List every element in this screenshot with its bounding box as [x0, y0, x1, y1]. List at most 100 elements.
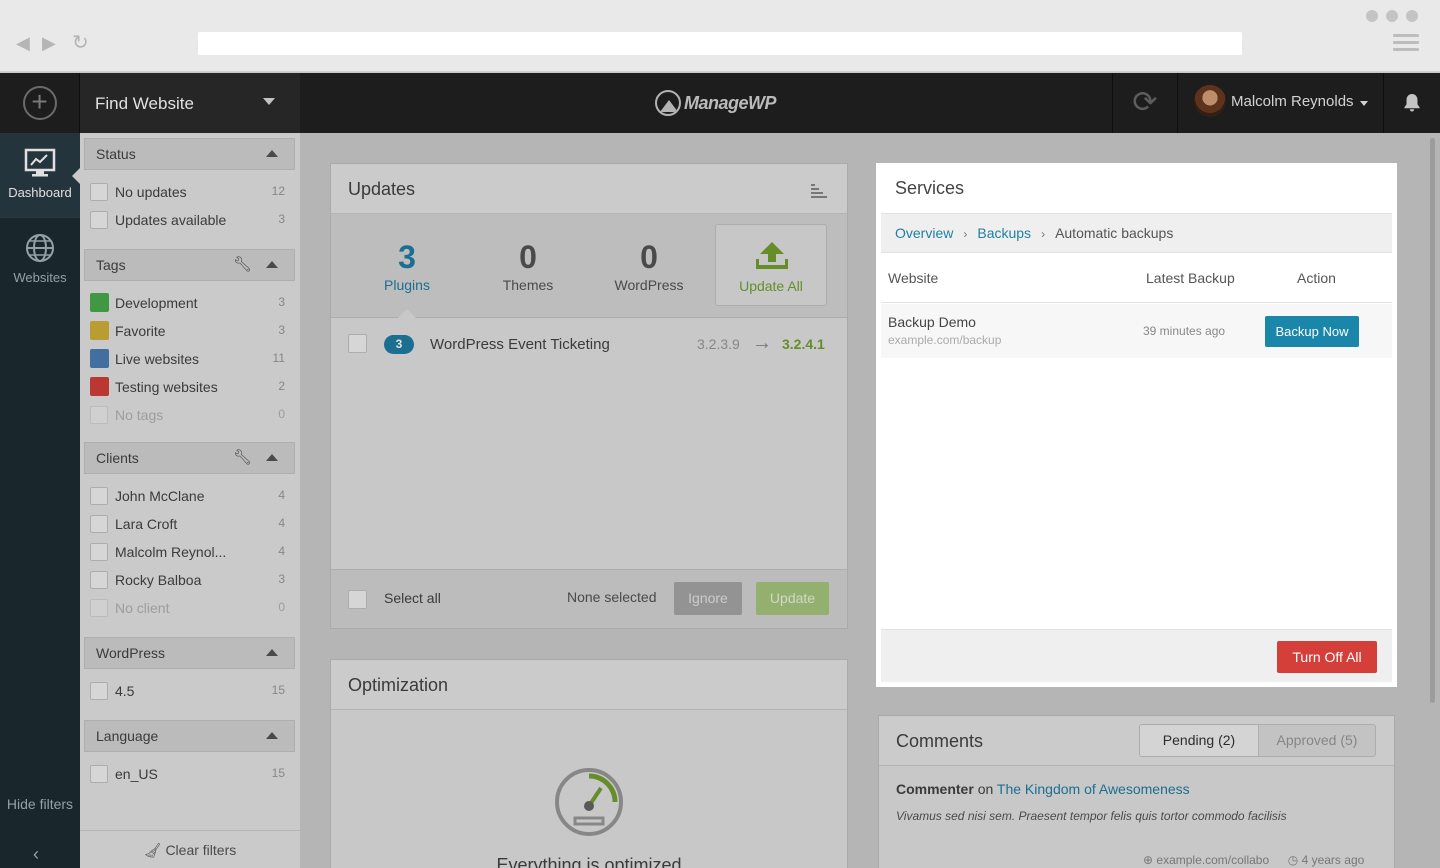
- reload-icon[interactable]: ↻: [72, 32, 89, 54]
- filter-count: 3: [278, 212, 285, 226]
- filter-checkbox[interactable]: [90, 211, 108, 229]
- services-panel: Services Overview › Backups › Automatic back…: [876, 163, 1397, 687]
- turn-off-all-button[interactable]: Turn Off All: [1277, 641, 1377, 673]
- filter-language-header[interactable]: Language: [84, 720, 295, 752]
- sync-button[interactable]: ⟳: [1112, 73, 1178, 133]
- filter-checkbox[interactable]: [90, 571, 108, 589]
- clear-filters-button[interactable]: 🧹︎ Clear filters: [80, 830, 300, 868]
- breadcrumb-overview[interactable]: Overview: [895, 225, 953, 241]
- collapse-up-icon[interactable]: [266, 732, 278, 739]
- comment-site[interactable]: example.com/collabo: [1156, 853, 1278, 867]
- filter-item[interactable]: John McClane 4: [90, 485, 285, 507]
- back-arrow-icon[interactable]: ◀: [16, 32, 30, 54]
- filter-checkbox[interactable]: [90, 765, 108, 783]
- filter-count: 0: [278, 407, 285, 421]
- filter-checkbox[interactable]: [90, 487, 108, 505]
- tab-pending[interactable]: Pending (2): [1139, 724, 1259, 757]
- filter-wordpress-header[interactable]: WordPress: [84, 637, 295, 669]
- find-website-dropdown[interactable]: Find Website: [80, 73, 300, 133]
- chevron-left-icon[interactable]: ‹: [33, 844, 39, 865]
- filter-item[interactable]: Development 3: [90, 292, 285, 314]
- filter-item[interactable]: Favorite 3: [90, 320, 285, 342]
- select-all-label[interactable]: Select all: [384, 590, 441, 606]
- filter-item[interactable]: en_US 15: [90, 763, 285, 785]
- filter-title: Clients: [96, 450, 139, 466]
- filter-count: 2: [278, 379, 285, 393]
- filter-item[interactable]: Testing websites 2: [90, 376, 285, 398]
- browser-menu-icon[interactable]: [1393, 34, 1419, 52]
- row-checkbox[interactable]: [348, 334, 367, 353]
- filter-status-header[interactable]: Status: [84, 138, 295, 170]
- nav-dashboard[interactable]: Dashboard: [0, 133, 80, 217]
- nav-label: Websites: [13, 270, 67, 285]
- add-website-button[interactable]: +: [0, 73, 80, 133]
- wrench-icon[interactable]: 🔧︎: [233, 448, 252, 466]
- plugin-name[interactable]: WordPress Event Ticketing: [430, 336, 610, 353]
- filter-label: Updates available: [115, 212, 227, 228]
- tab-label: Plugins: [384, 277, 430, 293]
- tab-themes[interactable]: 0 Themes: [473, 224, 583, 306]
- wrench-icon[interactable]: 🔧︎: [233, 255, 252, 273]
- filter-item[interactable]: No tags 0: [90, 404, 285, 426]
- website-name[interactable]: Backup Demo: [888, 314, 976, 330]
- sort-icon[interactable]: [811, 184, 827, 198]
- collapse-up-icon[interactable]: [266, 261, 278, 268]
- filter-item[interactable]: Updates available 3: [90, 209, 285, 231]
- address-bar[interactable]: [198, 32, 1242, 55]
- filter-item[interactable]: Rocky Balboa 3: [90, 569, 285, 591]
- backup-now-button[interactable]: Backup Now: [1265, 316, 1359, 347]
- main-scrollbar[interactable]: [1430, 138, 1435, 703]
- services-footer: Turn Off All: [881, 629, 1392, 682]
- filter-checkbox[interactable]: [90, 543, 108, 561]
- tab-pointer: [398, 309, 416, 318]
- comment-post-link[interactable]: The Kingdom of Awesomeness: [997, 781, 1190, 797]
- tab-plugins[interactable]: 3 Plugins: [352, 224, 462, 306]
- filter-item[interactable]: 4.5 15: [90, 680, 285, 702]
- collapse-up-icon[interactable]: [266, 454, 278, 461]
- filter-checkbox[interactable]: [90, 599, 108, 617]
- filter-item[interactable]: No updates 12: [90, 181, 285, 203]
- comment-author: Commenter: [896, 781, 974, 797]
- update-all-button[interactable]: Update All: [715, 224, 827, 306]
- notifications-button[interactable]: [1384, 73, 1440, 133]
- version-to: 3.2.4.1: [782, 336, 825, 352]
- user-menu[interactable]: Malcolm Reynolds: [1178, 73, 1384, 133]
- filter-item[interactable]: Malcolm Reynol... 4: [90, 541, 285, 563]
- tag-color-swatch[interactable]: [90, 293, 109, 312]
- plus-icon: +: [22, 86, 57, 120]
- filter-item[interactable]: Lara Croft 4: [90, 513, 285, 535]
- forward-arrow-icon[interactable]: ▶: [42, 32, 56, 54]
- select-all-checkbox[interactable]: [348, 590, 367, 609]
- collapse-up-icon[interactable]: [266, 649, 278, 656]
- update-row[interactable]: 3 WordPress Event Ticketing 3.2.3.9 → 3.…: [331, 319, 847, 371]
- tab-approved[interactable]: Approved (5): [1258, 724, 1376, 757]
- collapse-up-icon[interactable]: [266, 150, 278, 157]
- filter-checkbox[interactable]: [90, 406, 108, 424]
- hide-filters-button[interactable]: Hide filters: [0, 795, 80, 814]
- tag-color-swatch[interactable]: [90, 349, 109, 368]
- filter-count: 11: [272, 351, 285, 365]
- tag-color-swatch[interactable]: [90, 377, 109, 396]
- filter-count: 0: [278, 600, 285, 614]
- chevron-right-icon: ›: [1041, 227, 1046, 241]
- filter-item[interactable]: No client 0: [90, 597, 285, 619]
- tab-wordpress[interactable]: 0 WordPress: [594, 224, 704, 306]
- filter-tags-header[interactable]: Tags 🔧︎: [84, 249, 295, 281]
- filter-clients-header[interactable]: Clients 🔧︎: [84, 442, 295, 474]
- filter-item[interactable]: Live websites 11: [90, 348, 285, 370]
- breadcrumb-backups[interactable]: Backups: [977, 225, 1031, 241]
- filter-label: Lara Croft: [115, 516, 178, 532]
- logo-text: ManageWP: [684, 92, 777, 113]
- breadcrumb: Overview › Backups › Automatic backups: [881, 213, 1392, 253]
- window-dot-icon: [1386, 10, 1398, 22]
- dashboard-chart-icon: [24, 148, 56, 177]
- filter-checkbox[interactable]: [90, 682, 108, 700]
- selection-status: None selected: [567, 589, 657, 605]
- filter-checkbox[interactable]: [90, 183, 108, 201]
- filter-checkbox[interactable]: [90, 515, 108, 533]
- tag-color-swatch[interactable]: [90, 321, 109, 340]
- ignore-button[interactable]: Ignore: [674, 582, 742, 615]
- filter-count: 4: [278, 488, 285, 502]
- nav-websites[interactable]: Websites: [0, 218, 80, 302]
- update-button[interactable]: Update: [756, 582, 829, 615]
